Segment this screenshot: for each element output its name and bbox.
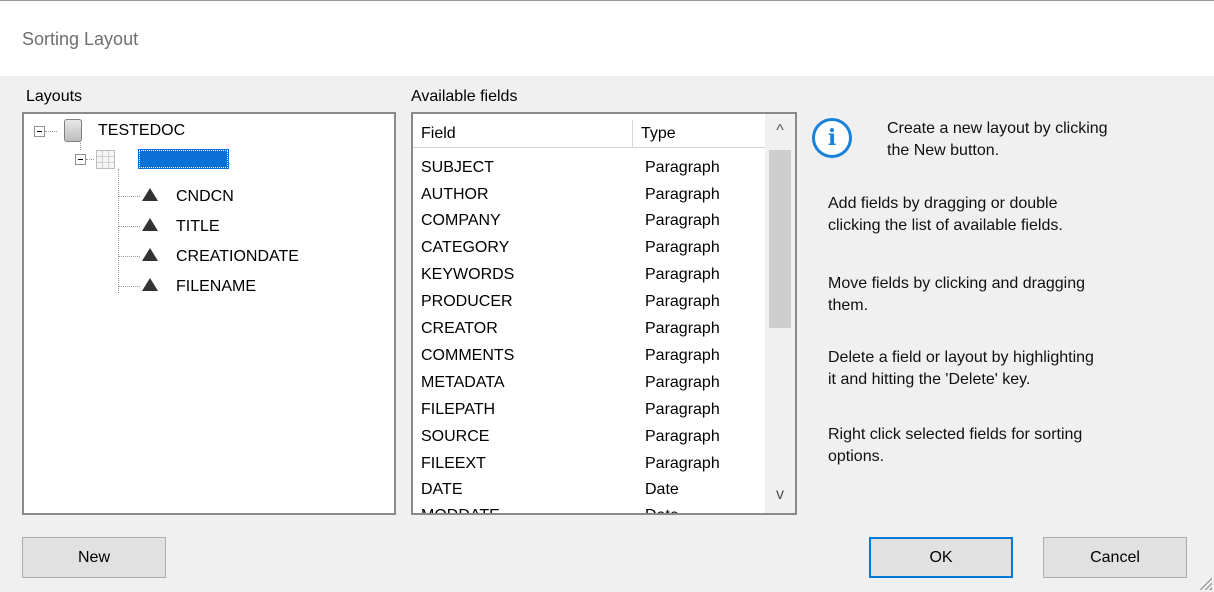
list-item[interactable]: SOURCE Paragraph bbox=[413, 423, 763, 450]
scroll-up-icon[interactable]: ^ bbox=[765, 116, 795, 146]
collapse-icon[interactable] bbox=[75, 154, 86, 165]
selected-layout-node[interactable] bbox=[138, 149, 229, 169]
list-item[interactable]: SUBJECT Paragraph bbox=[413, 154, 763, 181]
table-icon bbox=[96, 150, 115, 169]
new-button[interactable]: New bbox=[22, 537, 166, 578]
list-item[interactable]: CATEGORY Paragraph bbox=[413, 234, 763, 261]
available-fields-list[interactable]: Field Type SUBJECT Paragraph AUTHOR Paragr… bbox=[411, 112, 797, 515]
scrollbar-thumb[interactable] bbox=[769, 150, 791, 328]
tree-root-label[interactable]: TESTEDOC bbox=[98, 121, 185, 141]
list-item[interactable]: FILEEXT Paragraph bbox=[413, 450, 763, 477]
collapse-icon[interactable] bbox=[34, 126, 45, 137]
list-item[interactable]: DATE Date bbox=[413, 476, 763, 503]
tree-child-label[interactable]: TITLE bbox=[176, 217, 220, 237]
list-item[interactable]: CREATOR Paragraph bbox=[413, 315, 763, 342]
field-icon bbox=[142, 278, 158, 291]
tree-child-label[interactable]: CNDCN bbox=[176, 187, 234, 207]
available-fields-label: Available fields bbox=[411, 88, 518, 105]
field-icon bbox=[142, 248, 158, 261]
info-text-1: Create a new layout by clicking the New … bbox=[887, 120, 1108, 159]
info-text-3: Move fields by clicking and dragging the… bbox=[828, 275, 1086, 314]
tree-child-label[interactable]: FILENAME bbox=[176, 277, 256, 297]
info-icon: i bbox=[812, 118, 852, 158]
vertical-scrollbar[interactable]: ^ v bbox=[765, 114, 795, 513]
tree-child-label[interactable]: CREATIONDATE bbox=[176, 247, 299, 267]
field-icon bbox=[142, 218, 158, 231]
window-title: Sorting Layout bbox=[22, 29, 139, 49]
scroll-down-icon[interactable]: v bbox=[765, 480, 795, 510]
field-icon bbox=[142, 188, 158, 201]
list-item[interactable]: AUTHOR Paragraph bbox=[413, 181, 763, 208]
list-item[interactable]: MODDATEDate bbox=[413, 502, 763, 513]
list-item[interactable]: METADATA Paragraph bbox=[413, 369, 763, 396]
list-item[interactable]: FILEPATH Paragraph bbox=[413, 396, 763, 423]
database-icon bbox=[64, 119, 82, 142]
list-item[interactable]: KEYWORDS Paragraph bbox=[413, 261, 763, 288]
title-bar: Sorting Layout bbox=[0, 0, 1214, 76]
info-text-5: Right click selected fields for sorting … bbox=[828, 426, 1083, 465]
cancel-button[interactable]: Cancel bbox=[1043, 537, 1187, 578]
ok-button[interactable]: OK bbox=[869, 537, 1013, 578]
info-text-2: Add fields by dragging or double clickin… bbox=[828, 195, 1063, 234]
info-text-4: Delete a field or layout by highlighting… bbox=[828, 349, 1094, 388]
list-item[interactable]: COMMENTS Paragraph bbox=[413, 342, 763, 369]
column-header-type[interactable]: Type bbox=[633, 120, 767, 148]
list-item[interactable]: PRODUCER Paragraph bbox=[413, 288, 763, 315]
layouts-tree[interactable]: TESTEDOC CNDCN TITLE CREATIONDATE FILENA… bbox=[22, 112, 396, 515]
list-item[interactable]: COMPANY Paragraph bbox=[413, 207, 763, 234]
resize-grip-icon[interactable] bbox=[1196, 574, 1212, 590]
column-header-field[interactable]: Field bbox=[413, 120, 633, 148]
layouts-label: Layouts bbox=[26, 88, 83, 105]
